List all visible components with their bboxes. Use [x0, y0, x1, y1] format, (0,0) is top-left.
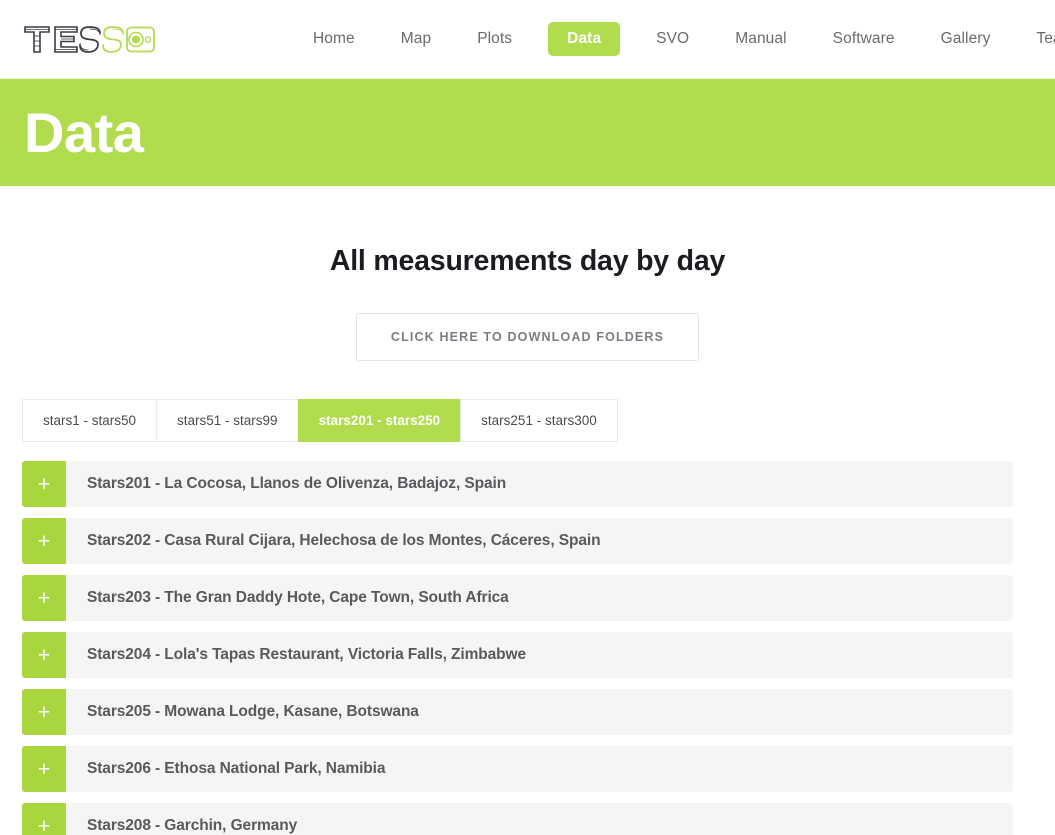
nav-item-software[interactable]: Software — [823, 22, 905, 56]
nav-item-home[interactable]: Home — [303, 22, 365, 56]
main-navigation: Home Map Plots Data SVO Manual Software … — [290, 22, 1055, 56]
section-title: All measurements day by day — [329, 245, 726, 277]
list-item-label: Stars204 - Lola's Tapas Restaurant, Vict… — [87, 646, 527, 663]
list-item[interactable]: + Stars206 - Ethosa National Park, Namib… — [22, 746, 1013, 792]
download-button-wrapper: CLICK HERE TO DOWNLOAD FOLDERS — [0, 313, 1055, 361]
nav-item-map[interactable]: Map — [391, 22, 441, 56]
list-item-label: Stars208 - Garchin, Germany — [87, 817, 298, 834]
tab-stars51-stars99[interactable]: stars51 - stars99 — [156, 399, 298, 442]
nav-item-svo[interactable]: SVO — [646, 22, 699, 56]
expand-plus-icon[interactable]: + — [22, 689, 66, 735]
site-header: Home Map Plots Data SVO Manual Software … — [0, 0, 1055, 79]
list-item[interactable]: + Stars202 - Casa Rural Cijara, Helechos… — [22, 518, 1013, 564]
list-item-label: Stars205 - Mowana Lodge, Kasane, Botswan… — [87, 703, 419, 720]
expand-plus-icon[interactable]: + — [22, 575, 66, 621]
tab-stars251-stars300[interactable]: stars251 - stars300 — [460, 399, 618, 442]
star-range-tabs: stars1 - stars50 stars51 - stars99 stars… — [22, 399, 1055, 442]
expand-plus-icon[interactable]: + — [22, 803, 66, 835]
main-content: All measurements day by day CLICK HERE T… — [0, 245, 1055, 835]
tab-stars1-stars50[interactable]: stars1 - stars50 — [22, 399, 157, 442]
nav-item-team[interactable]: Team — [1026, 22, 1055, 56]
station-list: + Stars201 - La Cocosa, Llanos de Oliven… — [0, 461, 1055, 835]
list-item-label: Stars203 - The Gran Daddy Hote, Cape Tow… — [87, 589, 509, 606]
expand-plus-icon[interactable]: + — [22, 518, 66, 564]
download-folders-button[interactable]: CLICK HERE TO DOWNLOAD FOLDERS — [355, 313, 700, 361]
page-banner: Data — [0, 79, 1055, 186]
expand-plus-icon[interactable]: + — [22, 746, 66, 792]
nav-item-data[interactable]: Data — [548, 22, 621, 56]
list-item[interactable]: + Stars208 - Garchin, Germany — [22, 803, 1013, 835]
list-item[interactable]: + Stars203 - The Gran Daddy Hote, Cape T… — [22, 575, 1013, 621]
nav-item-gallery[interactable]: Gallery — [931, 22, 1001, 56]
list-item-label: Stars202 - Casa Rural Cijara, Helechosa … — [87, 532, 601, 549]
list-item-label: Stars206 - Ethosa National Park, Namibia — [87, 760, 386, 777]
nav-item-manual[interactable]: Manual — [725, 22, 796, 56]
expand-plus-icon[interactable]: + — [22, 461, 66, 507]
expand-plus-icon[interactable]: + — [22, 632, 66, 678]
list-item[interactable]: + Stars201 - La Cocosa, Llanos de Oliven… — [22, 461, 1013, 507]
list-item[interactable]: + Stars205 - Mowana Lodge, Kasane, Botsw… — [22, 689, 1013, 735]
tab-stars201-stars250[interactable]: stars201 - stars250 — [297, 399, 461, 442]
page-title: Data — [24, 100, 144, 164]
tess-logo-icon — [24, 26, 155, 53]
list-item-label: Stars201 - La Cocosa, Llanos de Olivenza… — [87, 475, 507, 492]
tess-logo[interactable] — [22, 19, 155, 59]
nav-item-plots[interactable]: Plots — [467, 22, 522, 56]
list-item[interactable]: + Stars204 - Lola's Tapas Restaurant, Vi… — [22, 632, 1013, 678]
